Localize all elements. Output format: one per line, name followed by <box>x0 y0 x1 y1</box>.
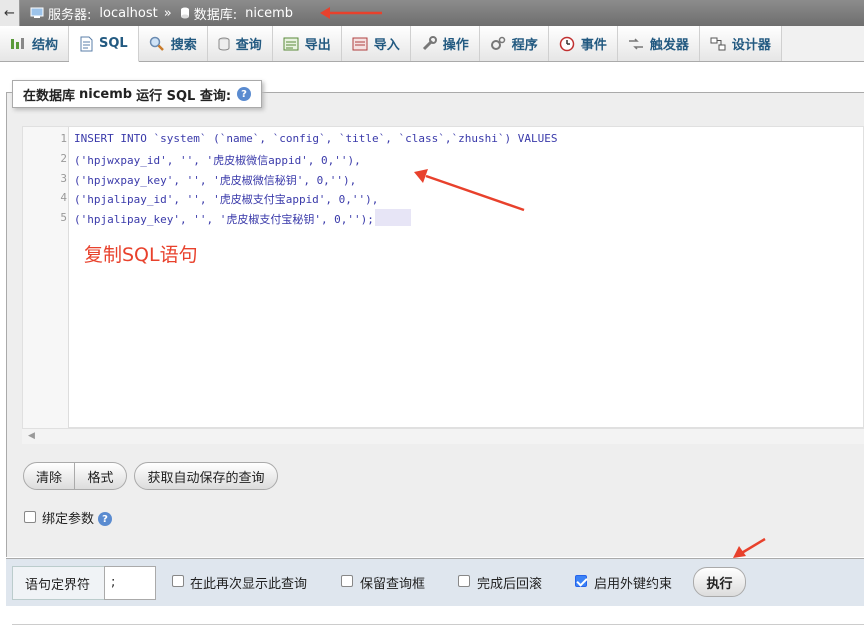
format-button[interactable]: 格式 <box>75 462 127 490</box>
bind-params-checkbox[interactable] <box>24 511 36 523</box>
tab-search[interactable]: 搜索 <box>138 26 208 61</box>
delimiter-label: 语句定界符 <box>25 578 91 593</box>
breadcrumb-separator: » <box>163 5 172 21</box>
code-line[interactable]: ('hpjwxpay_key', '', '虎皮椒微信秘钥', 0,''), <box>74 172 356 188</box>
line-number-gutter: 1 2 3 4 5 <box>23 127 69 429</box>
routines-icon <box>490 36 506 52</box>
retain-query-box-checkbox[interactable] <box>341 575 353 587</box>
import-icon <box>352 37 368 51</box>
tab-sql[interactable]: SQL <box>69 26 139 62</box>
retain-query-box-label: 保留查询框 <box>360 577 426 592</box>
annotation-copy-sql: 复制SQL语句 <box>84 244 198 266</box>
tab-routines[interactable]: 程序 <box>479 26 549 61</box>
line-number: 4 <box>60 191 67 204</box>
annotation-arrow-icon <box>733 537 766 558</box>
show-query-again-checkbox[interactable] <box>172 575 184 587</box>
line-number: 5 <box>60 211 67 224</box>
trigger-icon <box>628 37 644 51</box>
rollback-label: 完成后回滚 <box>477 577 543 592</box>
scroll-left-icon[interactable]: ◀ <box>28 431 35 441</box>
tab-events[interactable]: 事件 <box>548 26 618 61</box>
query-icon <box>218 37 230 51</box>
tab-triggers[interactable]: 触发器 <box>617 26 700 61</box>
line-number: 3 <box>60 172 67 185</box>
export-icon <box>283 37 299 51</box>
rollback-checkbox[interactable] <box>458 575 470 587</box>
database-icon <box>180 7 190 19</box>
show-query-again-label: 在此再次显示此查询 <box>190 577 308 592</box>
db-value[interactable]: nicemb <box>245 6 293 21</box>
line-number: 1 <box>60 132 67 145</box>
text-selection <box>375 209 411 226</box>
code-line[interactable]: INSERT INTO `system` (`name`, `config`, … <box>74 132 557 145</box>
tab-structure[interactable]: 结构 <box>0 26 70 61</box>
annotation-arrow-icon <box>320 7 382 19</box>
server-value[interactable]: localhost <box>99 6 157 21</box>
code-line[interactable]: ('hpjwxpay_id', '', '虎皮椒微信appid', 0,''), <box>74 152 361 168</box>
delimiter-input[interactable]: ; <box>104 566 156 600</box>
horizontal-scrollbar[interactable]: ◀ <box>22 428 864 444</box>
code-line[interactable]: ('hpjalipay_id', '', '虎皮椒支付宝appid', 0,''… <box>74 191 378 207</box>
breadcrumb-database[interactable]: 数据库: nicemb <box>180 4 293 23</box>
annotation-arrow-icon <box>414 169 525 212</box>
tab-export[interactable]: 导出 <box>272 26 342 61</box>
server-label: 服务器: <box>48 7 92 23</box>
foreign-key-checks-label: 启用外键约束 <box>594 577 673 592</box>
line-number: 2 <box>60 152 67 165</box>
tab-designer[interactable]: 设计器 <box>699 26 782 61</box>
bind-params-label: 绑定参数 <box>42 512 95 527</box>
sql-query-legend: 在数据库 nicemb 运行 SQL 查询: ? <box>12 80 263 108</box>
back-button[interactable]: ← <box>0 0 20 26</box>
execute-button[interactable]: 执行 <box>693 567 746 597</box>
search-icon <box>149 36 165 52</box>
code-line[interactable]: ('hpjalipay_key', '', '虎皮椒支付宝秘钥', 0,''); <box>74 211 374 227</box>
breadcrumb-bar: ← 服务器: localhost » 数据库: nicemb <box>0 0 864 26</box>
get-autosaved-query-button[interactable]: 获取自动保存的查询 <box>134 462 278 490</box>
clear-button[interactable]: 清除 <box>23 462 75 490</box>
main-tabs: 结构 SQL 搜索 查询 导出 导入 操作 程序 事件 触发器 设计器 <box>0 26 864 62</box>
help-icon[interactable]: ? <box>237 87 252 101</box>
designer-icon <box>710 36 726 52</box>
server-icon <box>30 7 44 19</box>
structure-icon <box>10 37 26 51</box>
foreign-key-checks-checkbox[interactable] <box>575 575 587 587</box>
tab-query[interactable]: 查询 <box>207 26 273 61</box>
tab-import[interactable]: 导入 <box>341 26 411 61</box>
footer-divider <box>12 624 864 625</box>
tab-operations[interactable]: 操作 <box>410 26 480 61</box>
sql-icon <box>79 36 93 52</box>
help-icon[interactable]: ? <box>98 512 112 526</box>
clock-icon <box>559 36 575 52</box>
wrench-icon <box>421 35 437 52</box>
db-label: 数据库: <box>193 7 238 23</box>
legend-db-name: nicemb <box>79 86 133 102</box>
breadcrumb-server[interactable]: 服务器: localhost <box>30 4 158 23</box>
